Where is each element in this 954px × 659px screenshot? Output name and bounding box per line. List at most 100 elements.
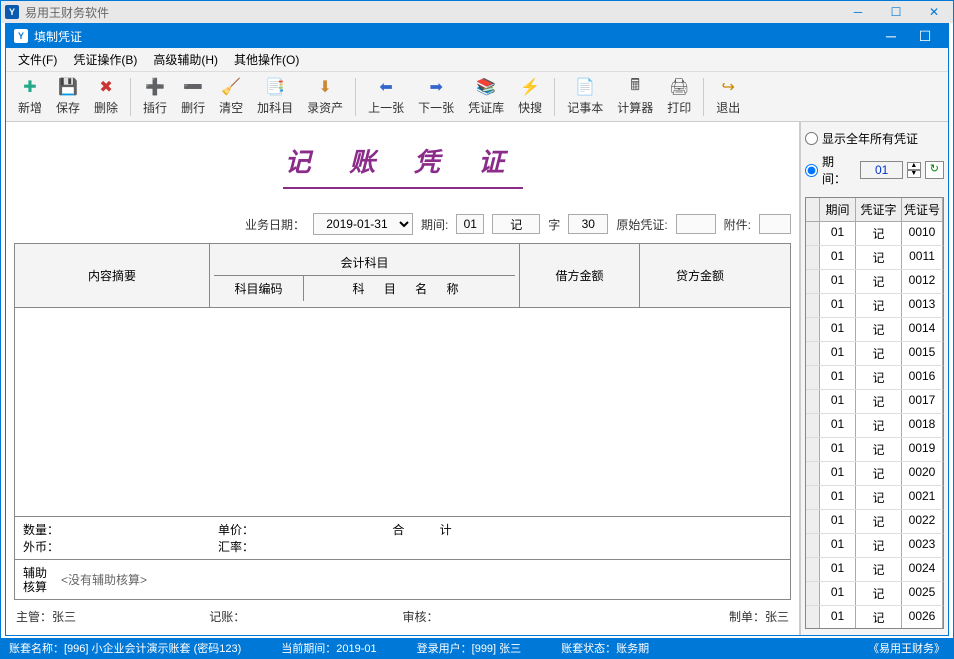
printer-icon: 🖨 (669, 77, 689, 97)
app-icon: Y (5, 5, 19, 19)
list-item[interactable]: 01记0021 (806, 486, 943, 510)
orig-label: 原始凭证: (616, 216, 667, 233)
list-item[interactable]: 01记0024 (806, 558, 943, 582)
voucher-list[interactable]: 期间 凭证字 凭证号 01记001001记001101记001201记00130… (805, 197, 944, 629)
arrow-left-icon: ⬅ (376, 77, 396, 97)
flash-icon: ⚡ (520, 77, 540, 97)
type-input[interactable] (492, 214, 540, 234)
list-col-type: 凭证字 (856, 198, 902, 221)
aux-label: 辅助核算 (23, 566, 51, 594)
list-item[interactable]: 01记0018 (806, 414, 943, 438)
list-col-period: 期间 (820, 198, 856, 221)
save-icon: 💾 (58, 77, 78, 97)
list-item[interactable]: 01记0013 (806, 294, 943, 318)
plus-icon: ✚ (20, 77, 40, 97)
note-icon: 📄 (575, 77, 595, 97)
col-code: 科目编码 (214, 276, 304, 301)
delete-row-icon: ➖ (183, 77, 203, 97)
refresh-button[interactable]: ↻ (925, 161, 944, 179)
period-spinner[interactable]: ▲▼ (907, 162, 921, 178)
notepad-button[interactable]: 📄记事本 (561, 75, 609, 118)
inner-title: 填制凭证 (34, 28, 82, 45)
menubar: 文件(F) 凭证操作(B) 高级辅助(H) 其他操作(O) (6, 48, 948, 72)
voucher-panel: 记 账 凭 证 业务日期： 2019-01-31 期间: 字 原始凭证: 附件: (6, 122, 800, 635)
toolbar: ✚新增 💾保存 ✖删除 ➕插行 ➖删行 🧹清空 📑加科目 ⬇录资产 ⬅上一张 ➡… (6, 72, 948, 122)
period-radio[interactable]: 期间： (805, 151, 856, 189)
clear-icon: 🧹 (221, 77, 241, 97)
list-item[interactable]: 01记0025 (806, 582, 943, 606)
exit-icon: ↪ (718, 77, 738, 97)
list-item[interactable]: 01记0017 (806, 390, 943, 414)
list-item[interactable]: 01记0026 (806, 606, 943, 629)
inner-window: Y 填制凭证 ─ ☐ 文件(F) 凭证操作(B) 高级辅助(H) 其他操作(O)… (5, 23, 949, 636)
arrow-right-icon: ➡ (426, 77, 446, 97)
maker-label: 制单：张三 (596, 608, 789, 625)
period-select[interactable]: 01 (860, 161, 903, 179)
list-col-num: 凭证号 (902, 198, 943, 221)
list-item[interactable]: 01记0012 (806, 270, 943, 294)
date-select[interactable]: 2019-01-31 (313, 213, 413, 235)
attach-input[interactable] (759, 214, 791, 234)
menu-file[interactable]: 文件(F) (10, 48, 65, 71)
asset-icon: ⬇ (315, 77, 335, 97)
outer-min-button[interactable]: ─ (843, 5, 873, 19)
inner-min-button[interactable]: ─ (876, 28, 906, 45)
add-account-button[interactable]: 📑加科目 (251, 75, 299, 118)
menu-advanced[interactable]: 高级辅助(H) (145, 48, 226, 71)
list-item[interactable]: 01记0019 (806, 438, 943, 462)
list-item[interactable]: 01记0022 (806, 510, 943, 534)
col-debit: 借方金额 (520, 244, 640, 307)
account-icon: 📑 (265, 77, 285, 97)
type-suffix: 字 (548, 216, 560, 233)
auditor-label: 审核： (403, 608, 596, 625)
delete-button[interactable]: ✖删除 (88, 75, 124, 118)
inner-max-button[interactable]: ☐ (910, 28, 940, 45)
outer-window: Y 易用王财务软件 ─ ☐ ✕ Y 填制凭证 ─ ☐ 文件(F) 凭证操作(B)… (0, 0, 954, 659)
menu-voucher[interactable]: 凭证操作(B) (65, 48, 145, 71)
list-item[interactable]: 01记0011 (806, 246, 943, 270)
voucher-summary: 数量： 外币： 单价： 汇率： 合 计 (14, 517, 791, 560)
add-button[interactable]: ✚新增 (12, 75, 48, 118)
search-button[interactable]: ⚡快搜 (512, 75, 548, 118)
list-item[interactable]: 01记0015 (806, 342, 943, 366)
period-input[interactable] (456, 214, 484, 234)
inner-icon: Y (14, 29, 28, 43)
list-item[interactable]: 01记0016 (806, 366, 943, 390)
exit-button[interactable]: ↪退出 (710, 75, 746, 118)
status-state: 账套状态：账务期 (561, 640, 649, 656)
inner-titlebar: Y 填制凭证 ─ ☐ (6, 24, 948, 48)
status-account: 账套名称：[996] 小企业会计演示账套 (密码123) (9, 640, 241, 656)
accountant-label: 记账： (209, 608, 402, 625)
show-all-radio[interactable]: 显示全年所有凭证 (805, 128, 944, 149)
manager-label: 主管：张三 (16, 608, 209, 625)
insert-row-button[interactable]: ➕插行 (137, 75, 173, 118)
list-item[interactable]: 01记0010 (806, 222, 943, 246)
list-item[interactable]: 01记0020 (806, 462, 943, 486)
calc-button[interactable]: 🖩计算器 (611, 75, 659, 118)
menu-other[interactable]: 其他操作(O) (226, 48, 307, 71)
aux-content: <没有辅助核算> (61, 571, 147, 588)
asset-button[interactable]: ⬇录资产 (301, 75, 349, 118)
library-button[interactable]: 📚凭证库 (462, 75, 510, 118)
orig-input[interactable] (676, 214, 716, 234)
outer-max-button[interactable]: ☐ (881, 5, 911, 19)
date-label: 业务日期： (245, 216, 305, 233)
attach-label: 附件: (724, 216, 751, 233)
list-item[interactable]: 01记0023 (806, 534, 943, 558)
clear-button[interactable]: 🧹清空 (213, 75, 249, 118)
next-button[interactable]: ➡下一张 (412, 75, 460, 118)
period-label: 期间: (421, 216, 448, 233)
col-credit: 贷方金额 (640, 244, 760, 307)
print-button[interactable]: 🖨打印 (661, 75, 697, 118)
prev-button[interactable]: ⬅上一张 (362, 75, 410, 118)
delete-row-button[interactable]: ➖删行 (175, 75, 211, 118)
calculator-icon: 🖩 (625, 77, 645, 97)
list-item[interactable]: 01记0014 (806, 318, 943, 342)
save-button[interactable]: 💾保存 (50, 75, 86, 118)
voucher-table[interactable]: 内容摘要 会计科目 科目编码 科 目 名 称 借方金额 贷方金额 (14, 243, 791, 517)
voucher-body[interactable] (15, 308, 790, 517)
outer-close-button[interactable]: ✕ (919, 5, 949, 19)
number-input[interactable] (568, 214, 608, 234)
status-user: 登录用户：[999] 张三 (417, 640, 522, 656)
col-abstract: 内容摘要 (15, 244, 210, 307)
